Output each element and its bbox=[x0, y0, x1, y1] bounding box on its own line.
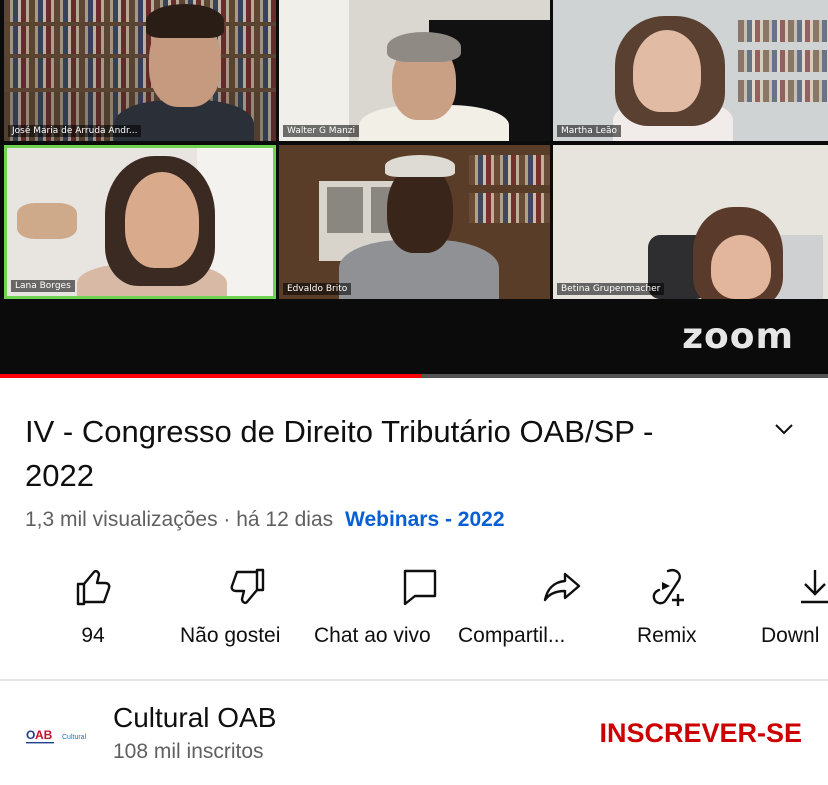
remix-button[interactable]: Remix bbox=[637, 566, 697, 648]
participant-tile-active: Lana Borges bbox=[4, 145, 276, 299]
chat-label: Chat ao vivo bbox=[314, 624, 431, 647]
action-bar: 94 Não gostei Chat ao vivo Compartil... … bbox=[0, 566, 828, 666]
participant-name: Martha Leão bbox=[557, 125, 622, 137]
video-player[interactable]: José Maria de Arruda Andr... Walter G Ma… bbox=[0, 0, 828, 378]
remix-icon bbox=[652, 569, 684, 606]
progress-fill bbox=[0, 374, 423, 378]
dislike-label: Não gostei bbox=[180, 624, 281, 647]
subscribe-button[interactable]: INSCREVER-SE bbox=[599, 718, 802, 749]
remix-label: Remix bbox=[637, 624, 697, 647]
share-button[interactable]: Compartil... bbox=[458, 566, 580, 648]
thumbs-up-icon bbox=[76, 570, 111, 606]
playlist-link[interactable]: Webinars - 2022 bbox=[345, 508, 505, 531]
svg-text:AB: AB bbox=[35, 728, 53, 742]
participant-tile: Martha Leão bbox=[553, 0, 828, 141]
download-label: Downl bbox=[761, 624, 820, 647]
participant-name: Edvaldo Brito bbox=[283, 283, 352, 295]
share-label: Compartil... bbox=[458, 624, 566, 647]
thumbs-down-icon bbox=[230, 568, 265, 604]
video-meta: 1,3 mil visualizações · há 12 dias Webin… bbox=[25, 508, 505, 532]
participant-tile: Betina Grupenmacher bbox=[553, 145, 828, 299]
participant-name: Walter G Manzi bbox=[283, 125, 360, 137]
subscriber-count: 108 mil inscritos bbox=[113, 740, 264, 763]
download-button[interactable]: Downl bbox=[761, 566, 828, 648]
video-stats: 1,3 mil visualizações · há 12 dias bbox=[25, 508, 334, 531]
video-progress-bar[interactable] bbox=[0, 374, 828, 378]
participant-tile: José Maria de Arruda Andr... bbox=[4, 0, 276, 141]
participant-name: Lana Borges bbox=[11, 280, 75, 292]
svg-text:Cultural: Cultural bbox=[62, 734, 87, 741]
like-button[interactable]: 94 bbox=[72, 566, 114, 648]
participant-tile: Edvaldo Brito bbox=[279, 145, 550, 299]
share-icon bbox=[543, 572, 580, 602]
channel-name[interactable]: Cultural OAB bbox=[113, 702, 276, 734]
download-icon bbox=[801, 570, 828, 604]
chevron-down-icon[interactable] bbox=[773, 418, 795, 440]
dislike-button[interactable]: Não gostei bbox=[180, 566, 280, 648]
participant-name: Betina Grupenmacher bbox=[557, 283, 665, 295]
channel-logo[interactable]: O AB Cultural bbox=[24, 722, 90, 752]
svg-text:O: O bbox=[26, 728, 35, 742]
live-chat-button[interactable]: Chat ao vivo bbox=[314, 566, 437, 648]
title-row[interactable]: IV - Congresso de Direito Tributário OAB… bbox=[25, 410, 805, 498]
divider bbox=[0, 679, 828, 681]
zoom-watermark: zoom bbox=[682, 316, 794, 357]
participant-tile: Walter G Manzi bbox=[279, 0, 550, 141]
like-count: 94 bbox=[81, 624, 105, 647]
participant-name: José Maria de Arruda Andr... bbox=[8, 125, 142, 137]
video-title: IV - Congresso de Direito Tributário OAB… bbox=[25, 414, 654, 493]
chat-icon bbox=[404, 569, 437, 606]
